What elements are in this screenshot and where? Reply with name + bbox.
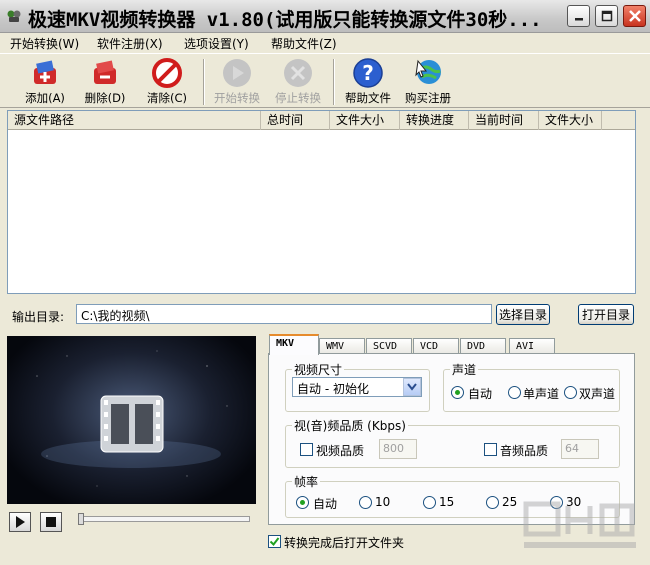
column-header-current-time[interactable]: 当前时间	[469, 111, 539, 130]
delete-label: 删除(D)	[84, 91, 126, 105]
checkmark-icon	[269, 537, 280, 547]
play-icon	[16, 516, 25, 528]
framerate-25-label: 25	[502, 495, 518, 509]
open-dir-button[interactable]: 打开目录	[578, 304, 634, 325]
title-bar: 极速MKV视频转换器 v1.80(试用版只能转换源文件30秒...	[0, 0, 650, 33]
column-header-file-size[interactable]: 文件大小	[330, 111, 400, 130]
framerate-10-radio[interactable]	[359, 496, 372, 509]
stop-convert-label: 停止转换	[275, 91, 321, 105]
stop-convert-button[interactable]: 停止转换	[269, 57, 327, 109]
open-folder-after-label: 转换完成后打开文件夹	[284, 536, 405, 550]
menu-help[interactable]: 帮助文件(Z)	[271, 35, 337, 52]
channel-stereo-label: 双声道	[579, 387, 616, 401]
column-header-output-size[interactable]: 文件大小	[539, 111, 602, 130]
tab-scvd[interactable]: SCVD	[366, 338, 412, 354]
maximize-button[interactable]	[595, 5, 618, 27]
play-button[interactable]	[9, 512, 31, 532]
select-dir-button[interactable]: 选择目录	[496, 304, 550, 325]
add-label: 添加(A)	[25, 91, 65, 105]
framerate-title: 帧率	[292, 473, 321, 490]
start-convert-button[interactable]: 开始转换	[208, 57, 266, 109]
maximize-icon	[601, 10, 612, 22]
stop-icon	[281, 57, 315, 89]
stop-icon	[46, 517, 56, 527]
seek-thumb[interactable]	[78, 513, 84, 525]
globe-cursor-icon	[411, 57, 445, 89]
channel-mono-label: 单声道	[523, 387, 560, 401]
quality-title: 视(音)频品质 (Kbps)	[292, 417, 408, 434]
audio-quality-input[interactable]: 64	[561, 439, 599, 459]
window-title: 极速MKV视频转换器 v1.80(试用版只能转换源文件30秒...	[28, 9, 542, 31]
framerate-15-radio[interactable]	[423, 496, 436, 509]
tab-wmv[interactable]: WMV	[319, 338, 365, 354]
framerate-auto-label: 自动	[313, 497, 338, 511]
menu-register[interactable]: 软件注册(X)	[97, 35, 163, 52]
menu-bar: 开始转换(W) 软件注册(X) 选项设置(Y) 帮助文件(Z)	[0, 33, 650, 53]
video-preview	[7, 336, 256, 504]
menu-start-convert[interactable]: 开始转换(W)	[10, 35, 79, 52]
channel-stereo-radio[interactable]	[564, 386, 577, 399]
channel-auto-radio[interactable]	[451, 386, 464, 399]
tab-mkv[interactable]: MKV	[269, 334, 319, 355]
close-button[interactable]	[623, 5, 646, 27]
open-folder-after-checkbox[interactable]	[268, 535, 281, 548]
video-size-title: 视频尺寸	[292, 361, 345, 378]
minimize-icon	[574, 18, 583, 21]
file-list-header: 源文件路径 总时间 文件大小 转换进度 当前时间 文件大小	[8, 111, 635, 130]
toolbar-separator	[203, 59, 205, 105]
menu-options[interactable]: 选项设置(Y)	[184, 35, 249, 52]
help-button[interactable]: ? 帮助文件	[339, 57, 397, 109]
clear-label: 清除(C)	[146, 91, 187, 105]
tab-dvd[interactable]: DVD	[460, 338, 506, 354]
svg-text:?: ?	[362, 61, 374, 85]
video-quality-label: 视频品质	[316, 444, 365, 458]
tab-vcd[interactable]: VCD	[413, 338, 459, 354]
framerate-auto-radio[interactable]	[296, 496, 309, 509]
output-dir-label: 输出目录:	[12, 310, 65, 324]
watermark-logo	[520, 498, 640, 565]
app-icon	[6, 8, 22, 24]
minimize-button[interactable]	[567, 5, 590, 27]
help-label: 帮助文件	[345, 91, 391, 105]
buy-register-label: 购买注册	[405, 91, 451, 105]
column-header-source-path[interactable]: 源文件路径	[8, 111, 261, 130]
seek-bar[interactable]	[78, 516, 250, 522]
add-file-icon	[28, 57, 62, 89]
toolbar: 添加(A) 删除(D) 清除(C) 开始转换 停止转换 ? 帮助文件 购买注册	[0, 53, 650, 108]
clear-icon	[150, 57, 184, 89]
framerate-10-label: 10	[375, 495, 391, 509]
channel-auto-label: 自动	[468, 387, 493, 401]
add-button[interactable]: 添加(A)	[16, 57, 74, 109]
play-icon	[220, 57, 254, 89]
help-icon: ?	[351, 57, 385, 89]
file-list[interactable]: 源文件路径 总时间 文件大小 转换进度 当前时间 文件大小	[7, 110, 636, 294]
clear-button[interactable]: 清除(C)	[138, 57, 196, 109]
chevron-down-icon[interactable]	[403, 378, 421, 396]
column-header-progress[interactable]: 转换进度	[400, 111, 469, 130]
channel-mono-radio[interactable]	[508, 386, 521, 399]
framerate-25-radio[interactable]	[486, 496, 499, 509]
column-header-total-time[interactable]: 总时间	[261, 111, 330, 130]
audio-quality-checkbox[interactable]	[484, 443, 497, 456]
film-reel-icon	[36, 350, 228, 487]
close-icon	[628, 10, 641, 22]
channel-title: 声道	[450, 361, 479, 378]
start-convert-label: 开始转换	[214, 91, 260, 105]
video-quality-checkbox[interactable]	[300, 443, 313, 456]
framerate-15-label: 15	[439, 495, 455, 509]
buy-register-button[interactable]: 购买注册	[399, 57, 457, 109]
delete-file-icon	[88, 57, 122, 89]
audio-quality-label: 音频品质	[500, 444, 549, 458]
video-quality-input[interactable]: 800	[379, 439, 417, 459]
stop-button[interactable]	[40, 512, 62, 532]
delete-button[interactable]: 删除(D)	[76, 57, 134, 109]
output-dir-input[interactable]: C:\我的视频\	[76, 304, 492, 324]
toolbar-separator	[333, 59, 335, 105]
tab-avi[interactable]: AVI	[509, 338, 555, 354]
